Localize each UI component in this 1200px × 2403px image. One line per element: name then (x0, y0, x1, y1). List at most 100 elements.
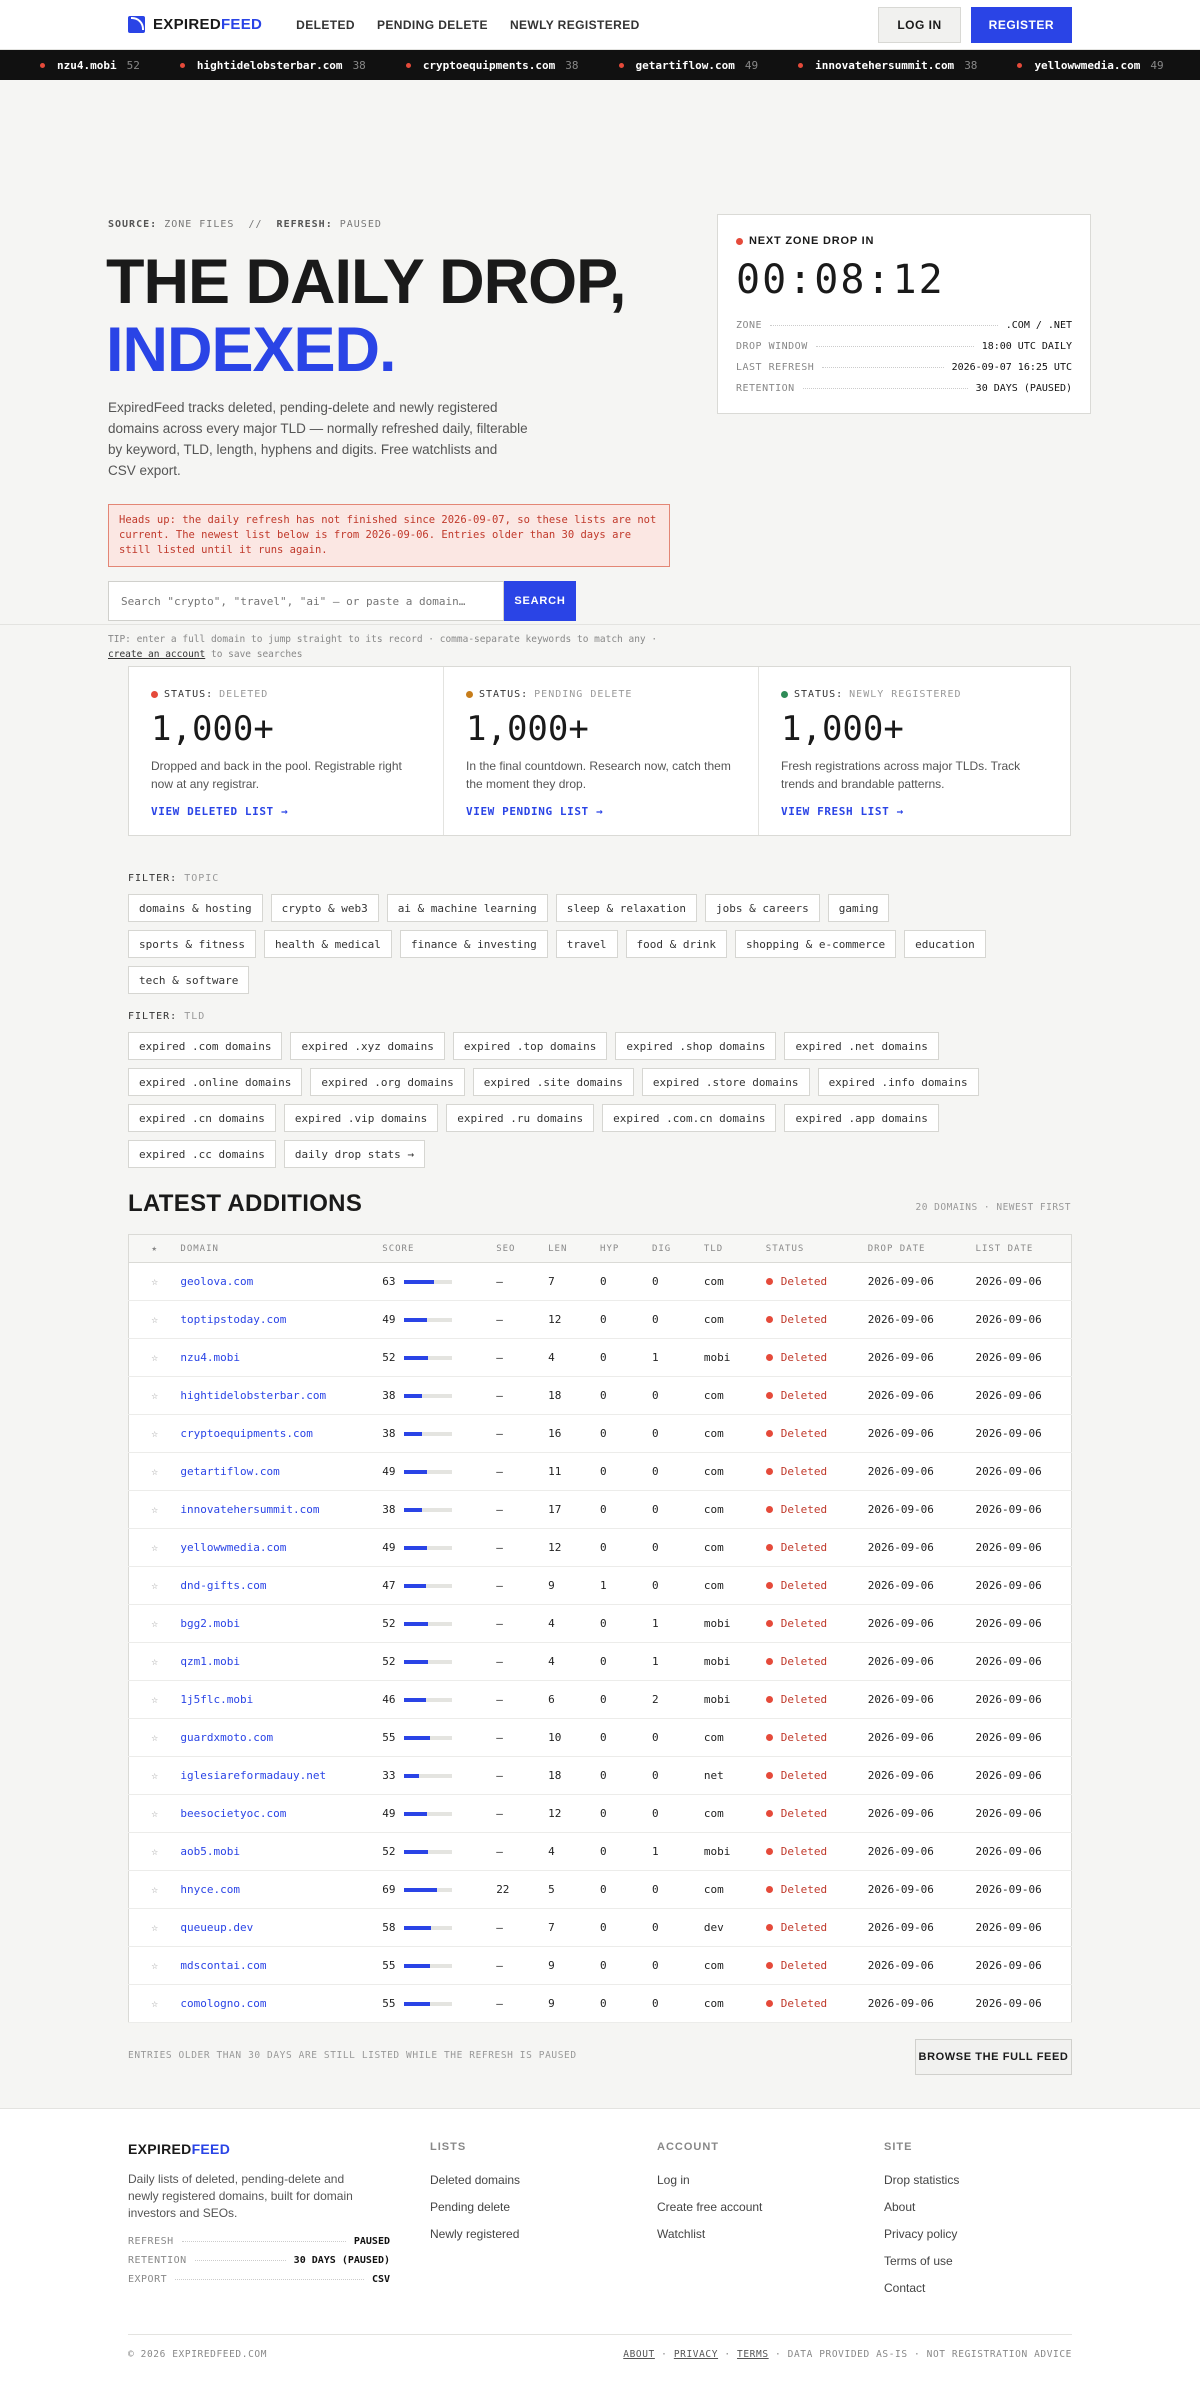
topic-chip[interactable]: shopping & e-commerce (735, 930, 897, 958)
login-button[interactable]: LOG IN (878, 6, 961, 43)
tld-chip[interactable]: expired .xyz domains (290, 1032, 445, 1060)
favorite-star-icon[interactable]: ☆ (128, 1984, 181, 2023)
ticker-item[interactable]: cryptoequipments.com 38 (405, 59, 579, 72)
search-input[interactable] (108, 581, 504, 621)
status-list-link[interactable]: VIEW DELETED LIST → (151, 805, 421, 818)
column-header[interactable]: DOMAIN (180, 1234, 383, 1263)
tld-chip[interactable]: expired .cc domains (128, 1140, 276, 1168)
logo[interactable]: EXPIREDFEED (128, 16, 262, 33)
footer-link[interactable]: Pending delete (430, 2194, 520, 2221)
column-header[interactable]: LEN (548, 1234, 601, 1263)
table-row[interactable]: ☆ qzm1.mobi 52 —4 0 1 mobi Deleted 2026-09-06 202… (128, 1642, 1072, 1681)
table-row[interactable]: ☆ innovatehersummit.com 38—17 0 0 com Deleted 2… (128, 1490, 1072, 1529)
favorite-star-icon[interactable]: ☆ (128, 1794, 181, 1833)
footer-link[interactable]: About (884, 2194, 959, 2221)
footer-link[interactable]: Contact (884, 2275, 959, 2302)
domain-link[interactable]: yellowwmedia.com (180, 1528, 383, 1567)
table-row[interactable]: ☆ bgg2.mobi 52 —4 0 1 mobi Deleted 2026-09-06 202… (128, 1604, 1072, 1643)
table-row[interactable]: ☆ cryptoequipments.com 38—16 0 0 com Deleted 20… (128, 1414, 1072, 1453)
ticker-item[interactable]: nzu4.mobi 52 (40, 59, 140, 72)
footer-link[interactable]: Privacy policy (884, 2221, 959, 2248)
tld-chip[interactable]: expired .org domains (310, 1068, 465, 1096)
table-row[interactable]: ☆ 1j5flc.mobi 46 —6 0 2 mobi Deleted 2026-09-06 2… (128, 1680, 1072, 1719)
tld-chip[interactable]: expired .top domains (452, 1032, 608, 1060)
domain-link[interactable]: toptipstoday.com (180, 1300, 383, 1339)
table-row[interactable]: ☆ toptipstoday.com 49—12 0 0 com Deleted 2026-0… (128, 1300, 1072, 1339)
column-header[interactable]: TLD (703, 1234, 766, 1263)
topic-chip[interactable]: finance & investing (399, 930, 548, 958)
favorite-star-icon[interactable]: ☆ (128, 1566, 181, 1605)
favorite-star-icon[interactable]: ☆ (128, 1528, 181, 1567)
favorite-star-icon[interactable]: ☆ (128, 1832, 181, 1871)
footer-link[interactable]: Terms of use (884, 2248, 959, 2275)
topic-chip[interactable]: crypto & web3 (270, 894, 379, 922)
domain-link[interactable]: hnyce.com (180, 1870, 383, 1909)
domain-link[interactable]: cryptoequipments.com (180, 1414, 383, 1453)
tld-chip[interactable]: expired .com.cn domains (602, 1104, 777, 1132)
tld-chip[interactable]: expired .shop domains (615, 1032, 777, 1060)
tld-chip[interactable]: expired .vip domains (283, 1104, 439, 1132)
create-account-link[interactable]: create an account (108, 649, 205, 660)
topic-chip[interactable]: travel (555, 930, 618, 958)
ticker-item[interactable]: innovatehersummit.com 38 (798, 59, 977, 72)
favorite-star-icon[interactable]: ☆ (128, 1262, 181, 1301)
domain-link[interactable]: geolova.com (180, 1262, 383, 1301)
table-row[interactable]: ☆ beesocietyoc.com 49—12 0 0 com Deleted 2026-0… (128, 1794, 1072, 1833)
footer-about-link[interactable]: ABOUT (623, 2349, 655, 2360)
topic-chip[interactable]: tech & software (128, 966, 250, 994)
footer-link[interactable]: Deleted domains (430, 2167, 520, 2194)
domain-link[interactable]: innovatehersummit.com (180, 1490, 383, 1529)
domain-link[interactable]: queueup.dev (180, 1908, 383, 1947)
tld-chip[interactable]: expired .store domains (641, 1068, 810, 1096)
favorite-star-icon[interactable]: ☆ (128, 1604, 181, 1643)
domain-link[interactable]: dnd-gifts.com (180, 1566, 383, 1605)
domain-link[interactable]: nzu4.mobi (180, 1338, 383, 1377)
footer-link[interactable]: Log in (657, 2167, 762, 2194)
column-header[interactable]: LIST DATE (975, 1234, 1072, 1263)
domain-link[interactable]: qzm1.mobi (180, 1642, 383, 1681)
favorite-star-icon[interactable]: ☆ (128, 1756, 181, 1795)
nav-deleted[interactable]: DELETED (296, 18, 355, 32)
table-row[interactable]: ☆ queueup.dev 58—7 0 0 dev Deleted 2026-09-06 20… (128, 1908, 1072, 1947)
favorite-star-icon[interactable]: ☆ (128, 1452, 181, 1491)
column-header[interactable]: HYP (600, 1234, 652, 1263)
table-row[interactable]: ☆ hightidelobsterbar.com 38—18 0 0 com Deleted… (128, 1376, 1072, 1415)
tld-chip[interactable]: expired .online domains (128, 1068, 303, 1096)
column-header[interactable]: SCORE (382, 1234, 497, 1263)
ticker-item[interactable]: yellowwmedia.com 49 (1017, 59, 1164, 72)
register-button[interactable]: REGISTER (970, 6, 1072, 43)
domain-link[interactable]: mdscontai.com (180, 1946, 383, 1985)
favorite-star-icon[interactable]: ☆ (128, 1300, 181, 1339)
topic-chip[interactable]: food & drink (625, 930, 728, 958)
table-row[interactable]: ☆ comologno.com 55—9 0 0 com Deleted 2026-09-06… (128, 1984, 1072, 2023)
favorite-star-icon[interactable]: ☆ (128, 1490, 181, 1529)
favorite-star-icon[interactable]: ☆ (128, 1870, 181, 1909)
table-row[interactable]: ☆ iglesiareformadauy.net 33—18 0 0 net Deleted… (128, 1756, 1072, 1795)
topic-chip[interactable]: gaming (827, 894, 890, 922)
search-button[interactable]: SEARCH (504, 581, 576, 621)
tld-chip[interactable]: expired .com domains (128, 1032, 283, 1060)
footer-privacy-link[interactable]: PRIVACY (674, 2349, 718, 2360)
column-header[interactable]: DROP DATE (867, 1234, 976, 1263)
table-row[interactable]: ☆ nzu4.mobi 52 —4 0 1 mobi Deleted 2026-09-06 202… (128, 1338, 1072, 1377)
status-list-link[interactable]: VIEW PENDING LIST → (466, 805, 736, 818)
domain-link[interactable]: hightidelobsterbar.com (180, 1376, 383, 1415)
topic-chip[interactable]: education (904, 930, 986, 958)
tld-chip[interactable]: expired .app domains (784, 1104, 939, 1132)
table-row[interactable]: ☆ geolova.com 63—7 0 0 com Deleted 2026-09-06 20… (128, 1262, 1072, 1301)
tld-chip[interactable]: expired .site domains (472, 1068, 634, 1096)
favorite-star-icon[interactable]: ☆ (128, 1908, 181, 1947)
domain-link[interactable]: beesocietyoc.com (180, 1794, 383, 1833)
table-row[interactable]: ☆ getartiflow.com 49—11 0 0 com Deleted 2026-09… (128, 1452, 1072, 1491)
favorite-star-icon[interactable]: ☆ (128, 1338, 181, 1377)
table-row[interactable]: ☆ aob5.mobi 52 —4 0 1 mobi Deleted 2026-09-06 202… (128, 1832, 1072, 1871)
topic-chip[interactable]: sleep & relaxation (555, 894, 697, 922)
column-header[interactable]: ★ (128, 1234, 181, 1263)
footer-link[interactable]: Newly registered (430, 2221, 520, 2248)
tld-chip[interactable]: daily drop stats → (283, 1140, 426, 1168)
domain-link[interactable]: guardxmoto.com (180, 1718, 383, 1757)
table-row[interactable]: ☆ mdscontai.com 55—9 0 0 com Deleted 2026-09-06… (128, 1946, 1072, 1985)
table-row[interactable]: ☆ hnyce.com 69 22 5 0 0 com Deleted 2026-09-06 202… (128, 1870, 1072, 1909)
domain-link[interactable]: 1j5flc.mobi (180, 1680, 383, 1719)
status-list-link[interactable]: VIEW FRESH LIST → (781, 805, 1051, 818)
